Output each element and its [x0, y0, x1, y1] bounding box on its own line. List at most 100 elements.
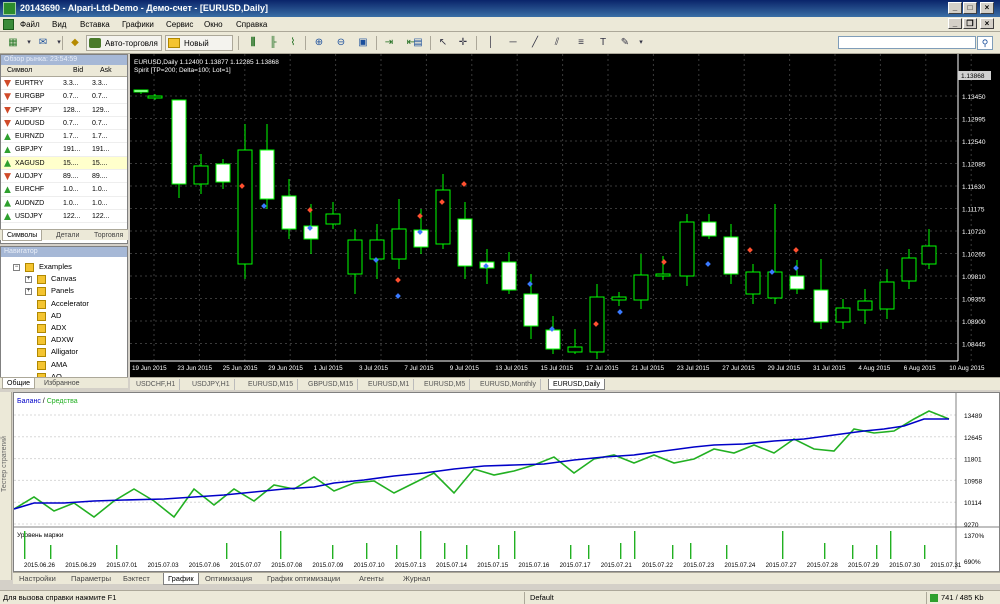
market-watch-row[interactable]: EURNZD 1.7... 1.7...: [1, 130, 127, 144]
tab-trading[interactable]: Торговля: [90, 230, 127, 241]
tester-tab[interactable]: Бэктест: [119, 573, 154, 585]
market-watch-row[interactable]: EURCHF 1.0... 1.0...: [1, 183, 127, 197]
market-watch-row[interactable]: EURTRY 3.3... 3.3...: [1, 77, 127, 91]
equidistant-channel-icon[interactable]: ⫽: [548, 35, 566, 51]
new-order-button[interactable]: Новый ордер: [165, 35, 233, 64]
autotrading-button[interactable]: Авто-торговля: [86, 35, 162, 51]
candle-body: [767, 271, 783, 299]
date-axis-label: 13 Jul 2015: [495, 365, 528, 372]
menu-help[interactable]: Справка: [232, 18, 271, 31]
market-watch-title: Обзор рынка: 23:54:59: [1, 55, 127, 65]
tester-graph: Баланс / Средства Уровень маржи 13489 126…: [13, 392, 1000, 572]
bar-chart-icon[interactable]: ⫼: [244, 35, 262, 51]
chart-tab[interactable]: USDCHF,H1: [132, 379, 181, 390]
margin-axis-label: 690%: [964, 559, 981, 566]
market-watch-row[interactable]: USDJPY 122... 122...: [1, 210, 127, 224]
zoom-in-icon[interactable]: ⊕: [310, 35, 328, 51]
ask-price: 89....: [92, 173, 108, 181]
minimize-button[interactable]: _: [948, 2, 962, 14]
column-ask[interactable]: Ask: [100, 65, 112, 77]
doc-minimize-button[interactable]: _: [948, 18, 962, 29]
doc-restore-button[interactable]: ❐: [963, 18, 977, 29]
document-icon[interactable]: [3, 19, 14, 30]
margin-bar: [588, 545, 590, 559]
indicator-icon: [37, 311, 46, 321]
chart-tab[interactable]: USDJPY,H1: [188, 379, 235, 390]
tester-date-label: 2015.07.08: [271, 562, 303, 569]
arrow-up-icon: [4, 133, 11, 141]
autoscroll-icon[interactable]: ⇥: [380, 35, 398, 51]
chart-tab[interactable]: EURUSD,M15: [244, 379, 299, 390]
candle-body: [857, 300, 873, 311]
fibonacci-icon[interactable]: ≡: [572, 35, 590, 51]
balance-axis-label: 9270: [964, 522, 979, 529]
tester-tab[interactable]: Журнал: [399, 573, 434, 585]
tester-tab[interactable]: Агенты: [355, 573, 388, 585]
market-watch-row[interactable]: AUDJPY 89.... 89....: [1, 170, 127, 184]
chart-info-line2: Spirit [TP=200; Delta=100; Lot=1]: [134, 67, 231, 74]
search-input[interactable]: [838, 36, 976, 49]
horizontal-line-icon[interactable]: ─: [504, 35, 522, 51]
doc-close-button[interactable]: ×: [980, 18, 994, 29]
menu-charts[interactable]: Графики: [118, 18, 158, 31]
close-button[interactable]: ×: [980, 2, 994, 14]
chart-tab[interactable]: EURUSD,M1: [364, 379, 415, 390]
dropdown-icon[interactable]: ▾: [632, 35, 650, 51]
tile-windows-icon[interactable]: ▣: [354, 35, 372, 51]
date-axis-label: 31 Jul 2015: [813, 365, 846, 372]
column-symbol[interactable]: Символ: [7, 65, 32, 77]
market-watch-row[interactable]: GBPJPY 191... 191...: [1, 143, 127, 157]
market-watch-row[interactable]: EURGBP 0.7... 0.7...: [1, 90, 127, 104]
tester-tab[interactable]: Параметры: [67, 573, 115, 585]
tester-tab[interactable]: График: [163, 573, 199, 585]
search-icon[interactable]: ⚲: [977, 36, 993, 50]
candlestick-icon[interactable]: ╟: [264, 35, 282, 51]
market-watch-row[interactable]: AUDNZD 1.0... 1.0...: [1, 197, 127, 210]
tester-tab[interactable]: Оптимизация: [201, 573, 256, 585]
line-chart-icon[interactable]: ⌇: [284, 35, 302, 51]
tab-common[interactable]: Общие: [2, 378, 36, 389]
candle-body: [655, 273, 671, 277]
candle-body: [171, 99, 187, 185]
menu-file[interactable]: Файл: [16, 18, 44, 31]
chart-tab[interactable]: EURUSD,Daily: [548, 379, 606, 390]
price-chart[interactable]: 1.13450 1.12995 1.12540 1.12085 1.11630 1.111…: [130, 54, 1000, 377]
margin-bar: [924, 545, 926, 559]
templates-icon[interactable]: ▤: [409, 35, 427, 51]
cursor-icon[interactable]: ↖: [434, 35, 452, 51]
zoom-out-icon[interactable]: ⊖: [332, 35, 350, 51]
menu-view[interactable]: Вид: [48, 18, 70, 31]
collapse-icon[interactable]: −: [13, 264, 20, 271]
tab-favorites[interactable]: Избранное: [40, 378, 83, 389]
market-watch-row[interactable]: CHFJPY 128... 129...: [1, 104, 127, 117]
vertical-line-icon[interactable]: │: [482, 35, 500, 51]
trade-marker: [417, 213, 423, 219]
menu-insert[interactable]: Вставка: [76, 18, 114, 31]
autotrading-icon: [89, 38, 101, 48]
crosshair-icon[interactable]: ✛: [454, 35, 472, 51]
tester-tab[interactable]: Настройки: [15, 573, 60, 585]
market-watch-row[interactable]: XAGUSD 15.... 15....: [1, 156, 127, 171]
text-icon[interactable]: T: [594, 35, 612, 51]
new-order-icon: [168, 38, 180, 48]
column-bid[interactable]: Bid: [73, 65, 83, 77]
expand-icon[interactable]: +: [25, 288, 32, 296]
tab-details[interactable]: Детали: [52, 230, 83, 241]
trendline-icon[interactable]: ╱: [526, 35, 544, 51]
ask-price: 129...: [92, 106, 110, 114]
market-watch-icon[interactable]: ◆: [66, 35, 84, 51]
market-watch-row[interactable]: AUDUSD 0.7... 0.7...: [1, 117, 127, 131]
maximize-button[interactable]: □: [963, 2, 977, 14]
tester-date-label: 2015.07.29: [848, 562, 880, 569]
chart-tab[interactable]: EURUSD,M5: [420, 379, 471, 390]
menu-window[interactable]: Окно: [200, 18, 227, 31]
expand-icon[interactable]: +: [25, 276, 32, 284]
trade-marker: [793, 247, 799, 253]
tester-side-label: Тестер стратегий: [0, 392, 12, 580]
chart-tab[interactable]: EURUSD,Monthly: [476, 379, 542, 390]
status-traffic: 741 / 485 Kb: [941, 593, 984, 602]
tester-tab[interactable]: График оптимизации: [263, 573, 344, 585]
tab-symbols[interactable]: Символы: [2, 230, 43, 241]
menu-tools[interactable]: Сервис: [162, 18, 197, 31]
chart-tab[interactable]: GBPUSD,M15: [304, 379, 359, 390]
